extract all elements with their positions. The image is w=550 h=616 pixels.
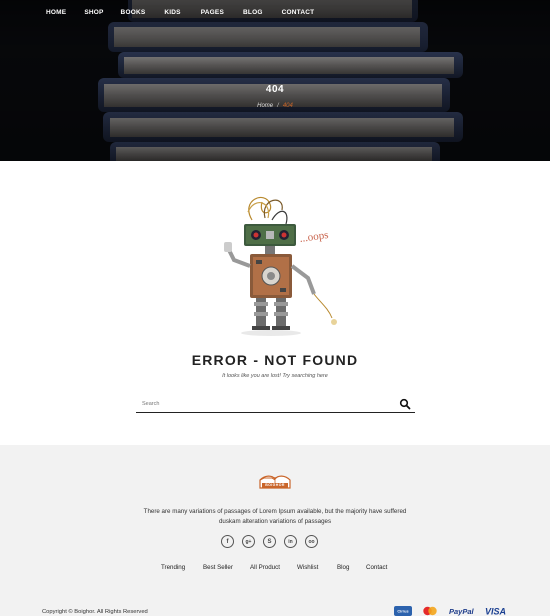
linkedin-icon[interactable]: in bbox=[284, 535, 297, 548]
site-footer: BOIGHOR There are many variations of pas… bbox=[0, 445, 550, 616]
social-links: f g+ S in oo bbox=[221, 535, 318, 548]
footer-link-blog[interactable]: Blog bbox=[337, 564, 349, 571]
tripadvisor-icon[interactable]: oo bbox=[305, 535, 318, 548]
cirrus-card-icon: Cirrus bbox=[394, 606, 412, 616]
visa-icon: VISA bbox=[485, 607, 506, 616]
cirrus-label: Cirrus bbox=[397, 610, 408, 614]
footer-link-best-seller[interactable]: Best Seller bbox=[203, 564, 233, 571]
nav-blog[interactable]: BLOG bbox=[243, 9, 263, 16]
logo-text: BOIGHOR bbox=[265, 483, 285, 487]
boighor-logo[interactable] bbox=[250, 472, 300, 492]
footer-link-trending[interactable]: Trending bbox=[161, 564, 185, 571]
facebook-icon[interactable]: f bbox=[221, 535, 234, 548]
google-plus-icon[interactable]: g+ bbox=[242, 535, 255, 548]
hero-banner: HOME SHOP BOOKS KIDS PAGES BLOG CONTACT … bbox=[0, 0, 550, 161]
nav-home[interactable]: HOME bbox=[46, 9, 66, 16]
error-title: ERROR - NOT FOUND bbox=[191, 352, 359, 368]
search-icon[interactable] bbox=[399, 398, 411, 410]
footer-link-contact[interactable]: Contact bbox=[366, 564, 387, 571]
breadcrumb-current: 404 bbox=[282, 103, 293, 109]
footer-links: Trending Best Seller All Product Wishlis… bbox=[0, 564, 550, 574]
nav-contact[interactable]: CONTACT bbox=[282, 9, 315, 16]
paypal-label: PayPal bbox=[449, 607, 475, 616]
nav-pages[interactable]: PAGES bbox=[201, 9, 224, 16]
oops-text: ...oops bbox=[299, 229, 329, 245]
main-nav: HOME SHOP BOOKS KIDS PAGES BLOG CONTACT bbox=[46, 9, 314, 16]
copyright-text: Copyright © Boighor. All Rights Reserved bbox=[42, 609, 148, 615]
nav-books[interactable]: BOOKS bbox=[121, 9, 146, 16]
mastercard-icon bbox=[423, 606, 437, 616]
hero-books-image bbox=[0, 0, 550, 161]
error-subtitle: It looks like you are lost! Try searchin… bbox=[222, 373, 328, 379]
breadcrumb: Home /404 bbox=[0, 103, 550, 109]
breadcrumb-home-link[interactable]: Home bbox=[257, 103, 273, 109]
robot-oops-illustration: ...oops bbox=[224, 196, 337, 336]
nav-shop[interactable]: SHOP bbox=[84, 9, 103, 16]
skype-icon[interactable]: S bbox=[263, 535, 276, 548]
paypal-icon: PayPal bbox=[449, 607, 475, 616]
search-form bbox=[136, 395, 415, 413]
nav-kids[interactable]: KIDS bbox=[164, 9, 180, 16]
footer-link-all-product[interactable]: All Product bbox=[250, 564, 280, 571]
search-input[interactable] bbox=[142, 398, 382, 410]
footer-about-text: There are many variations of passages of… bbox=[143, 508, 407, 525]
breadcrumb-separator: / bbox=[277, 103, 279, 109]
footer-link-wishlist[interactable]: Wishlist bbox=[297, 564, 318, 571]
page-title: 404 bbox=[265, 84, 285, 95]
visa-label: VISA bbox=[485, 607, 506, 616]
